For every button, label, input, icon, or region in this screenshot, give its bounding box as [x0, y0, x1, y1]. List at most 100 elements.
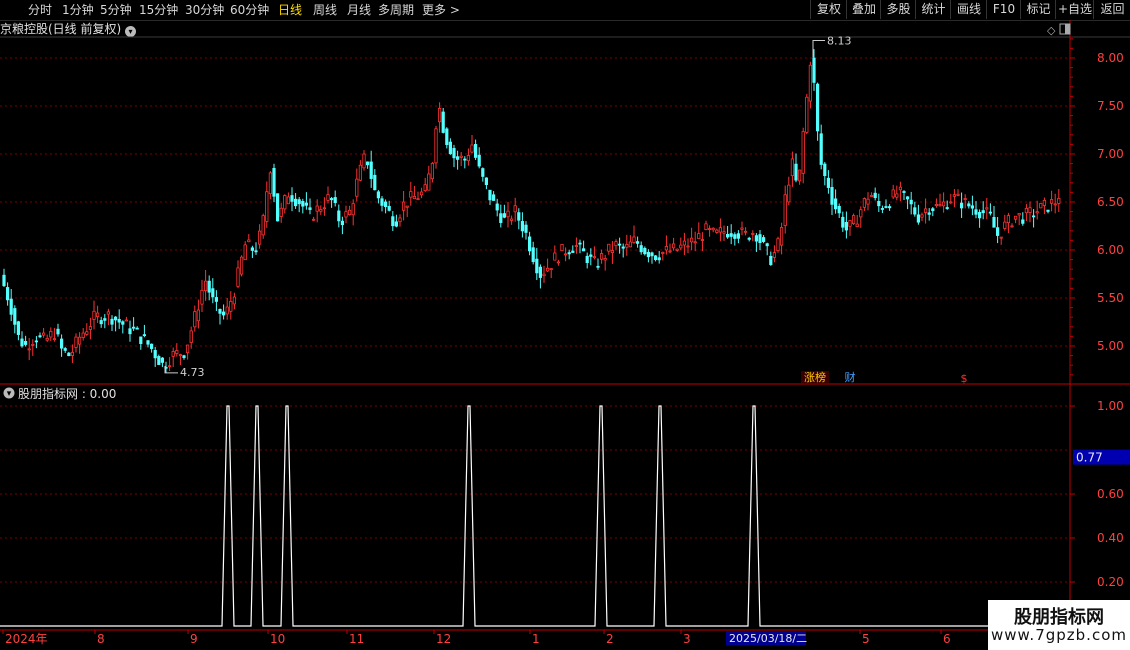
candle-body	[358, 164, 363, 181]
candle-body	[261, 215, 265, 236]
candle-body	[891, 189, 895, 198]
candle-body	[340, 220, 345, 226]
candle-body	[675, 248, 679, 251]
candle-body	[13, 308, 17, 325]
candle-body	[762, 237, 766, 242]
candle-body	[740, 227, 744, 230]
candle-body	[221, 311, 226, 316]
candle-body	[974, 209, 978, 215]
candle-body	[268, 172, 273, 195]
candle-body	[564, 253, 568, 256]
candle-body	[250, 247, 254, 251]
candle-body	[520, 221, 525, 232]
candle-body	[718, 227, 723, 233]
candle-body	[67, 352, 71, 357]
candle-body	[297, 199, 301, 205]
candle-body	[751, 233, 755, 235]
candle-body	[909, 199, 913, 205]
candle-body	[531, 247, 535, 263]
candle-body	[229, 300, 233, 312]
candle-body	[589, 254, 593, 257]
candle-body	[470, 144, 474, 153]
indicator-chevron-icon: ▾	[7, 389, 12, 399]
candle-body	[20, 338, 24, 347]
candle-body	[88, 326, 92, 330]
price-tick-label: 5.00	[1097, 339, 1124, 353]
candle-body	[607, 243, 611, 252]
candle-body	[837, 206, 841, 214]
candle-body	[49, 331, 53, 338]
candle-body	[880, 208, 885, 210]
candle-body	[387, 206, 391, 211]
price-tick-label: 6.00	[1097, 243, 1124, 257]
candle-body	[9, 298, 13, 315]
candle-body	[106, 311, 110, 315]
candle-body	[981, 210, 985, 214]
candle-body	[131, 326, 136, 329]
candle-body	[153, 350, 157, 359]
dollar-marker: $	[961, 372, 968, 385]
candle-body	[610, 250, 615, 253]
candle-body	[376, 191, 381, 199]
candle-body	[286, 196, 291, 205]
candle-body	[74, 336, 78, 348]
price-tick-label: 7.00	[1097, 147, 1124, 161]
candle-body	[311, 218, 316, 221]
candle-body	[704, 223, 708, 230]
candle-body	[798, 169, 802, 182]
candle-body	[193, 311, 197, 328]
candle-body	[326, 194, 330, 201]
candle-body	[347, 209, 352, 215]
candle-body	[902, 191, 906, 193]
candle-body	[805, 96, 809, 133]
candle-body	[736, 233, 741, 239]
candle-body	[538, 266, 543, 278]
candle-body	[365, 161, 370, 166]
candle-body	[423, 184, 427, 191]
candle-body	[542, 273, 546, 277]
candle-body	[484, 177, 489, 186]
candle-body	[1006, 215, 1011, 224]
candle-body	[110, 318, 114, 325]
candle-body	[114, 316, 118, 321]
kline-chart[interactable]: 8.00 7.50 7.00 6.50 6.00 5.50 5.00 8.13 4.73 涨榜 财 $…	[0, 0, 1130, 650]
candle-body	[830, 187, 834, 205]
candle-body	[1057, 197, 1061, 204]
candle-body	[196, 309, 200, 322]
candle-body	[272, 167, 276, 197]
candle-body	[27, 348, 31, 351]
candle-body	[1017, 212, 1021, 216]
candle-body	[668, 250, 672, 253]
candle-body	[700, 239, 705, 241]
candle-body	[92, 310, 96, 320]
candle-body	[96, 312, 100, 317]
candle-body	[81, 332, 85, 338]
candle-body	[207, 280, 211, 293]
candle-body	[729, 233, 733, 237]
candle-body	[776, 238, 780, 252]
indicator-tick-label: 0.60	[1097, 487, 1124, 501]
candle-body	[337, 210, 341, 222]
candle-body	[978, 212, 982, 219]
candle-body	[466, 155, 471, 162]
candle-body	[437, 107, 442, 123]
candle-body	[870, 195, 874, 197]
candle-body	[1028, 207, 1032, 213]
candle-body	[1039, 203, 1043, 209]
candle-body	[265, 191, 269, 222]
candle-body	[135, 327, 139, 330]
candle-body	[42, 332, 46, 336]
candle-body	[898, 186, 903, 191]
candle-body	[783, 194, 787, 226]
candle-body	[185, 344, 190, 354]
candle-body	[949, 201, 953, 204]
candle-body	[790, 158, 795, 177]
candle-body	[985, 207, 989, 210]
candle-body	[502, 213, 507, 218]
price-tick-label: 8.00	[1097, 51, 1124, 65]
candle-body	[405, 205, 409, 208]
diamond-icon: ◇	[1047, 24, 1056, 37]
candle-body	[826, 177, 831, 188]
candle-body	[182, 355, 186, 358]
candle-body	[934, 204, 939, 207]
